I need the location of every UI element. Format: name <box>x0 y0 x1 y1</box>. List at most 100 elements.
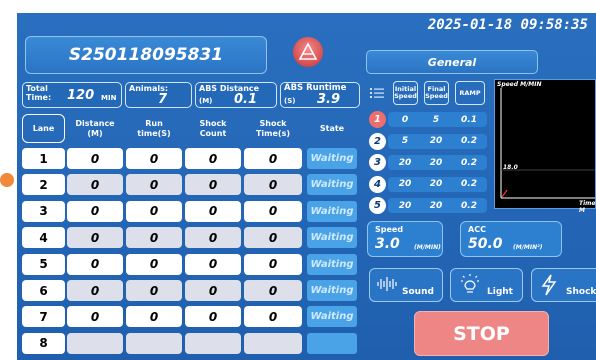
state-header: State <box>319 123 345 133</box>
abs-runtime-value: 3.9 <box>317 92 341 107</box>
shock-count-cell: 0 <box>185 253 241 275</box>
step-ramp-value: 0.2 <box>461 179 477 189</box>
step-values-bar: 20 20 0.2 <box>388 176 487 192</box>
step-ramp-value: 0.2 <box>461 136 477 146</box>
step-number[interactable]: 4 <box>369 175 386 193</box>
abs-distance-unit: (M) <box>199 97 213 105</box>
step-final-value: 20 <box>429 136 443 146</box>
sound-button[interactable]: Sound <box>369 268 443 302</box>
acc-readout: ACC 50.0 (M/MIN²) <box>460 221 562 257</box>
speed-chart: Speed M/MIN 18.0 Time M <box>494 79 596 214</box>
control-screen: 2025-01-18 09:58:35 S250118095831 Genera… <box>17 13 596 360</box>
acc-value: 50.0 <box>468 236 503 252</box>
acc-unit: (M/MIN²) <box>513 244 543 251</box>
state-cell: Waiting <box>307 174 357 196</box>
shock-count-cell: 0 <box>185 306 241 328</box>
program-step-row[interactable]: 3 20 20 0.2 <box>369 154 487 171</box>
state-cell: Waiting <box>307 306 357 328</box>
run-time-cell: 0 <box>126 306 182 328</box>
step-number[interactable]: 1 <box>369 111 386 128</box>
lane-number[interactable]: 2 <box>22 174 65 196</box>
light-label: Light <box>487 287 513 297</box>
lane-header: Lane <box>22 114 65 143</box>
program-step-row[interactable]: 1 0 5 0.1 <box>369 111 487 128</box>
speed-readout: Speed 3.0 (M/MIN) <box>367 221 443 257</box>
shock-time-cell <box>244 332 302 354</box>
step-initial-value: 20 <box>398 179 412 189</box>
run-time-cell: 0 <box>126 174 182 196</box>
shock-count-header: Shock Count <box>199 118 227 138</box>
speed-unit: (M/MIN) <box>414 244 441 251</box>
run-time-cell: 0 <box>126 253 182 275</box>
speed-label: Speed <box>375 225 404 234</box>
step-initial-value: 0 <box>401 114 409 125</box>
distance-cell: 0 <box>67 280 123 301</box>
shock-count-cell: 0 <box>185 148 241 169</box>
shock-time-cell: 0 <box>244 253 302 275</box>
abs-distance-value: 0.1 <box>234 92 258 107</box>
step-values-bar: 20 20 0.2 <box>388 155 487 170</box>
run-time-cell <box>126 332 182 354</box>
run-time-header: Run time(S) <box>137 118 171 138</box>
lane-number[interactable]: 1 <box>22 148 65 169</box>
shock-count-cell: 0 <box>185 280 241 301</box>
shock-count-cell: 0 <box>185 227 241 249</box>
step-values-bar: 5 20 0.2 <box>388 133 487 149</box>
mode-selector[interactable]: General <box>366 50 538 74</box>
distance-cell: 0 <box>67 253 123 275</box>
program-step-row[interactable]: 4 20 20 0.2 <box>369 175 487 193</box>
lane-number[interactable]: 3 <box>22 200 65 222</box>
shock-time-cell: 0 <box>244 148 302 169</box>
step-ramp-value: 0.2 <box>461 200 477 211</box>
state-cell: Waiting <box>307 253 357 275</box>
step-ramp-value: 0.1 <box>461 114 477 125</box>
lane-number[interactable]: 5 <box>22 253 65 275</box>
distance-cell: 0 <box>67 306 123 328</box>
lane-number[interactable]: 7 <box>22 306 65 328</box>
sound-label: Sound <box>402 287 434 297</box>
lane-number[interactable]: 8 <box>22 332 65 354</box>
lane-number[interactable]: 6 <box>22 280 65 301</box>
lane-number[interactable]: 4 <box>22 227 65 249</box>
shock-time-cell: 0 <box>244 306 302 328</box>
light-button[interactable]: Light <box>450 268 523 302</box>
step-values-bar: 20 20 0.2 <box>388 198 487 213</box>
step-initial-value: 20 <box>398 157 412 168</box>
step-number[interactable]: 5 <box>369 197 386 214</box>
app-logo-icon <box>293 37 323 67</box>
step-number[interactable]: 2 <box>369 132 386 150</box>
step-number[interactable]: 3 <box>369 154 386 171</box>
state-cell: Waiting <box>307 200 357 222</box>
program-step-row[interactable]: 5 20 20 0.2 <box>369 197 487 214</box>
shock-time-cell: 0 <box>244 200 302 222</box>
distance-header: Distance (M) <box>75 118 115 138</box>
step-final-value: 20 <box>429 200 443 211</box>
shock-count-cell: 0 <box>185 200 241 222</box>
total-time-label-2: Time: <box>26 93 52 102</box>
total-time-label-1: Total <box>26 84 48 93</box>
step-final-value: 5 <box>432 114 440 125</box>
abs-distance-stat: ABS Distance (M) 0.1 <box>195 82 277 108</box>
animals-stat: Animals: 7 <box>125 82 192 108</box>
lightning-bolt-icon <box>541 274 557 296</box>
shock-count-cell: 0 <box>185 174 241 196</box>
shock-time-cell: 0 <box>244 174 302 196</box>
device-id-field[interactable]: S250118095831 <box>25 36 267 74</box>
total-time-unit: MIN <box>101 94 117 102</box>
shock-button[interactable]: Shock <box>531 268 596 302</box>
light-bulb-icon <box>461 274 479 293</box>
run-time-cell: 0 <box>126 280 182 301</box>
shock-time-header: Shock Time(s) <box>255 118 291 138</box>
program-list-icon[interactable] <box>367 81 387 105</box>
stop-button[interactable]: STOP <box>414 311 549 356</box>
program-step-row[interactable]: 2 5 20 0.2 <box>369 132 487 150</box>
step-values-bar: 0 5 0.1 <box>388 112 487 127</box>
state-cell: Waiting <box>307 148 357 169</box>
shock-time-cell: 0 <box>244 227 302 249</box>
step-final-value: 20 <box>429 157 443 168</box>
status-indicator-dot <box>0 173 14 187</box>
shock-label: Shock <box>566 287 596 297</box>
speed-value: 3.0 <box>375 236 400 252</box>
distance-cell: 0 <box>67 148 123 169</box>
initial-speed-header: Initial Speed <box>393 81 418 105</box>
